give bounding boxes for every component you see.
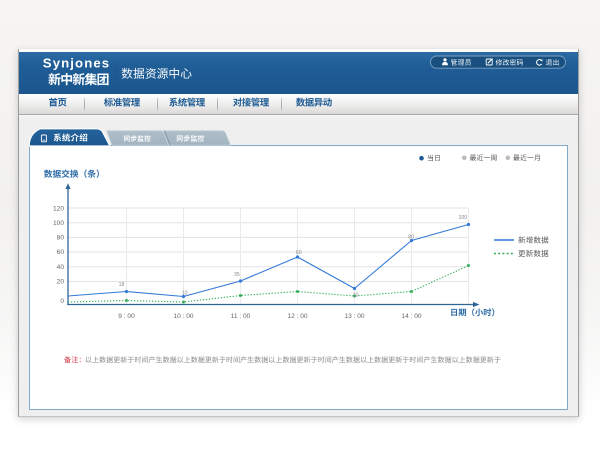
svg-text:120: 120 (53, 206, 64, 213)
svg-text:0: 0 (60, 298, 64, 305)
svg-text:12 : 00: 12 : 00 (287, 313, 307, 320)
svg-text:20: 20 (57, 279, 65, 286)
svg-text:10: 10 (353, 293, 359, 299)
svg-text:35: 35 (234, 272, 240, 278)
svg-text:9 : 00: 9 : 00 (118, 313, 135, 320)
svg-text:100: 100 (53, 220, 64, 227)
svg-text:100: 100 (458, 215, 467, 221)
svg-text:10: 10 (182, 291, 188, 297)
svg-text:14 : 00: 14 : 00 (401, 313, 421, 320)
svg-text:10 : 00: 10 : 00 (173, 313, 193, 320)
svg-text:13 : 00: 13 : 00 (344, 313, 364, 320)
svg-text:40: 40 (57, 264, 65, 271)
svg-text:60: 60 (296, 250, 302, 256)
svg-text:11 : 00: 11 : 00 (231, 313, 251, 320)
svg-text:Synjones: Synjones (43, 55, 110, 70)
svg-text:80: 80 (408, 235, 414, 241)
svg-text:60: 60 (57, 249, 65, 256)
svg-text:18: 18 (119, 282, 125, 288)
svg-text:80: 80 (57, 235, 65, 242)
